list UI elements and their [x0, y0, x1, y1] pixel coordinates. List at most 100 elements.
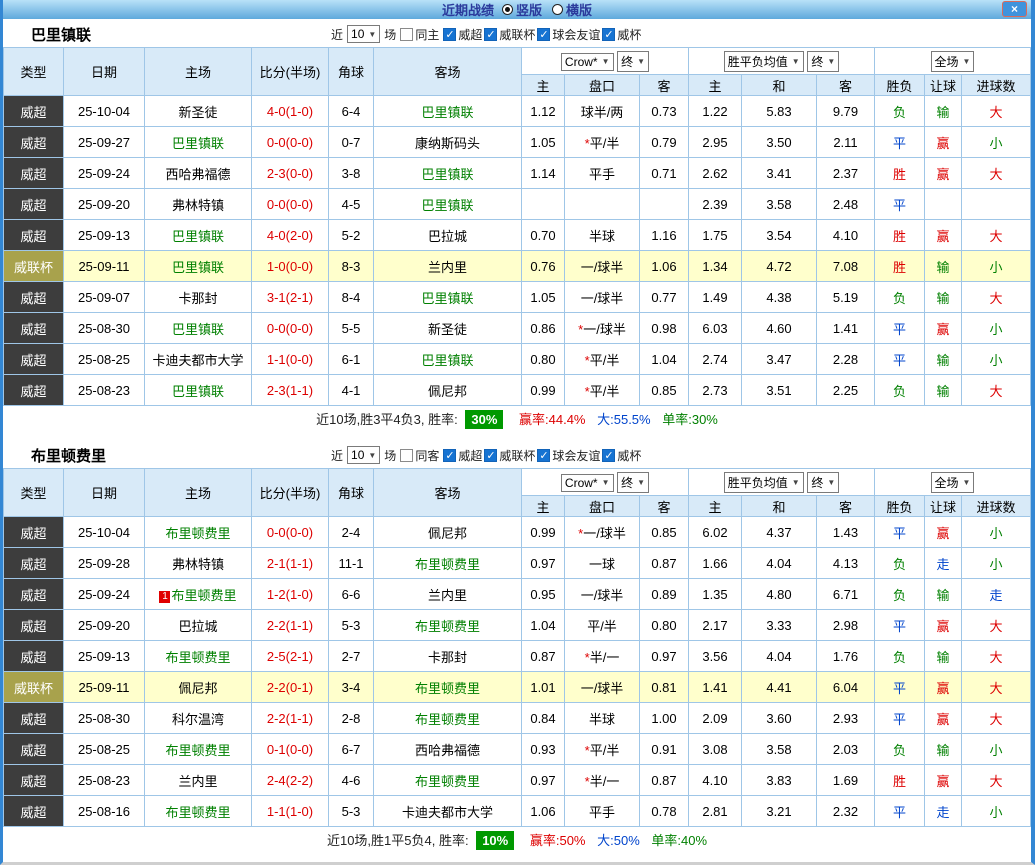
recent-count-select[interactable]: 10▼ — [347, 25, 380, 43]
away-team-cell: 巴拉城 — [374, 220, 522, 251]
league-filter[interactable]: 威联杯 — [484, 447, 535, 464]
checkbox-checked-icon[interactable] — [484, 449, 497, 462]
bookmaker-select[interactable]: Crow*▼ — [561, 53, 614, 71]
odds-home-cell: 0.97 — [522, 548, 565, 579]
handicap-result-cell: 赢 — [925, 220, 962, 251]
bookmaker-select[interactable]: Crow*▼ — [561, 474, 614, 492]
checkbox-checked-icon[interactable] — [443, 28, 456, 41]
league-type-cell: 威超 — [4, 96, 64, 127]
handicap-cell: 一/球半 — [565, 579, 640, 610]
corner-cell: 4-5 — [329, 189, 374, 220]
chevron-down-icon: ▼ — [602, 478, 610, 487]
league-filter[interactable]: 威超 — [443, 447, 482, 464]
away-favored-star: * — [585, 774, 590, 789]
odds-stage-select[interactable]: 终▼ — [617, 472, 649, 493]
handicap-result-cell: 输 — [925, 375, 962, 406]
goals-result-cell: 走 — [962, 579, 1031, 610]
league-type-cell: 威超 — [4, 796, 64, 827]
handicap-result-cell: 走 — [925, 796, 962, 827]
date-cell: 25-09-20 — [64, 189, 145, 220]
score-cell: 0-0(0-0) — [252, 313, 329, 344]
corner-cell: 6-6 — [329, 579, 374, 610]
match-row: 威超25-09-13布里顿费里2-5(2-1)2-7卡那封0.87*半/一0.9… — [4, 641, 1031, 672]
matches-table: 类型 日期 主场 比分(半场) 角球 客场 Crow*▼ 终▼ 胜平负均值▼ 终… — [3, 47, 1031, 406]
avg-stage-select[interactable]: 终▼ — [807, 472, 839, 493]
handicap-cell: *平/半 — [565, 734, 640, 765]
handicap-result-cell — [925, 189, 962, 220]
avg-type-select[interactable]: 胜平负均值▼ — [724, 472, 804, 493]
handicap-result-cell: 输 — [925, 344, 962, 375]
league-filter[interactable]: 威杯 — [602, 447, 641, 464]
league-label: 球会友谊 — [552, 447, 600, 464]
checkbox-unchecked-icon[interactable] — [400, 28, 413, 41]
score-cell: 1-1(1-0) — [252, 796, 329, 827]
score-cell: 1-2(1-0) — [252, 579, 329, 610]
score-cell: 2-2(0-1) — [252, 672, 329, 703]
league-filter[interactable]: 威联杯 — [484, 26, 535, 43]
layout-radio-option[interactable]: 横版 — [552, 0, 592, 19]
avg-home-cell: 2.95 — [689, 127, 742, 158]
checkbox-checked-icon[interactable] — [484, 28, 497, 41]
handicap-cell: 平手 — [565, 796, 640, 827]
chevron-down-icon: ▼ — [602, 57, 610, 66]
match-row: 威联杯25-09-11巴里镇联1-0(0-0)8-3兰内里0.76一/球半1.0… — [4, 251, 1031, 282]
close-icon[interactable]: × — [1002, 1, 1027, 17]
league-type-cell: 威超 — [4, 282, 64, 313]
sub-col-result: 胜负 — [875, 496, 925, 517]
odds-stage-select[interactable]: 终▼ — [617, 51, 649, 72]
chevron-down-icon: ▼ — [637, 57, 645, 66]
avg-draw-cell: 3.54 — [742, 220, 817, 251]
home-team-cell: 新圣徒 — [145, 96, 252, 127]
goals-result-cell: 大 — [962, 220, 1031, 251]
checkbox-checked-icon[interactable] — [602, 449, 615, 462]
avg-type-select[interactable]: 胜平负均值▼ — [724, 51, 804, 72]
checkbox-checked-icon[interactable] — [602, 28, 615, 41]
goals-result-cell: 大 — [962, 703, 1031, 734]
checkbox-checked-icon[interactable] — [537, 28, 550, 41]
home-team-cell: 布里顿费里 — [145, 517, 252, 548]
league-type-cell: 威超 — [4, 610, 64, 641]
sub-col-handicap-result: 让球 — [925, 75, 962, 96]
league-type-cell: 威联杯 — [4, 251, 64, 282]
league-filter[interactable]: 球会友谊 — [537, 26, 600, 43]
layout-radio-option[interactable]: 竖版 — [502, 0, 542, 19]
col-home: 主场 — [145, 48, 252, 96]
odds-away-cell — [640, 189, 689, 220]
checkbox-unchecked-icon[interactable] — [400, 449, 413, 462]
handicap-result-cell: 赢 — [925, 517, 962, 548]
handicap-cell: 一/球半 — [565, 282, 640, 313]
goals-result-cell: 小 — [962, 313, 1031, 344]
checkbox-checked-icon[interactable] — [537, 449, 550, 462]
handicap-result-cell: 赢 — [925, 672, 962, 703]
handicap-cell: *平/半 — [565, 127, 640, 158]
result-cell: 平 — [875, 189, 925, 220]
sub-col-handicap-result: 让球 — [925, 496, 962, 517]
score-cell: 0-0(0-0) — [252, 517, 329, 548]
handicap-cell — [565, 189, 640, 220]
date-cell: 25-09-24 — [64, 579, 145, 610]
league-filter[interactable]: 威超 — [443, 26, 482, 43]
league-filter[interactable]: 威杯 — [602, 26, 641, 43]
avg-away-cell: 2.28 — [817, 344, 875, 375]
odds-home-cell: 1.04 — [522, 610, 565, 641]
match-row: 威超25-08-23兰内里2-4(2-2)4-6布里顿费里0.97*半/一0.8… — [4, 765, 1031, 796]
same-venue-filter[interactable]: 同客 — [400, 447, 439, 464]
chevron-down-icon: ▼ — [368, 30, 376, 39]
radio-unselected-icon[interactable] — [552, 4, 563, 15]
handicap-result-cell: 输 — [925, 282, 962, 313]
corner-cell: 5-5 — [329, 313, 374, 344]
scope-select[interactable]: 全场▼ — [931, 51, 975, 72]
goals-result-cell: 小 — [962, 796, 1031, 827]
layout-radio-group: 竖版横版 — [502, 0, 592, 19]
checkbox-checked-icon[interactable] — [443, 449, 456, 462]
same-venue-filter[interactable]: 同主 — [400, 26, 439, 43]
odds-home-cell: 0.86 — [522, 313, 565, 344]
scope-select[interactable]: 全场▼ — [931, 472, 975, 493]
recent-count-select[interactable]: 10▼ — [347, 446, 380, 464]
avg-stage-select[interactable]: 终▼ — [807, 51, 839, 72]
radio-selected-icon[interactable] — [502, 4, 513, 15]
league-filter[interactable]: 球会友谊 — [537, 447, 600, 464]
away-team-cell: 布里顿费里 — [374, 672, 522, 703]
odds-away-cell: 1.00 — [640, 703, 689, 734]
result-cell: 平 — [875, 517, 925, 548]
